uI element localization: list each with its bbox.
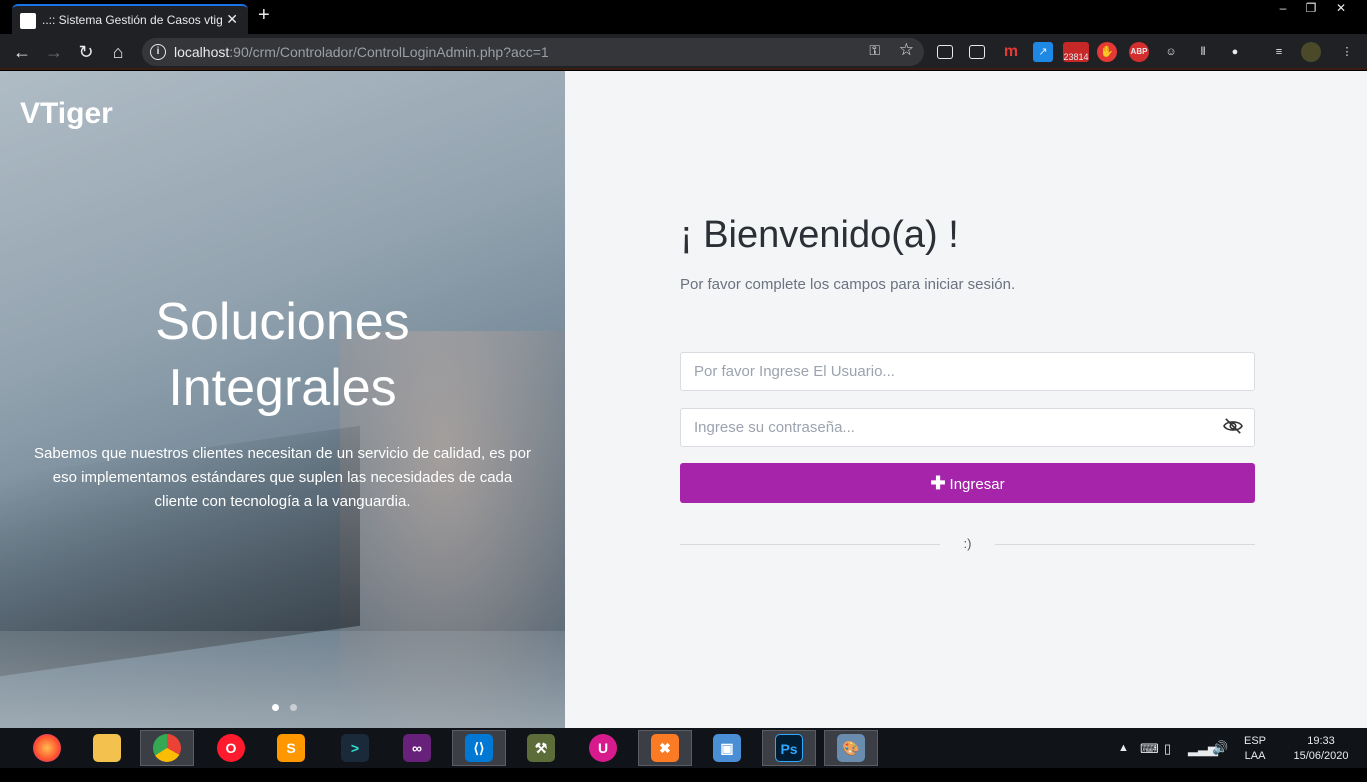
taskbar-paint[interactable]: 🎨 (824, 730, 878, 766)
restore-window-button[interactable]: ❐ (1298, 0, 1324, 18)
terminal-icon: > (341, 734, 369, 762)
fullscreen-icon[interactable] (969, 45, 985, 59)
menu-icon[interactable]: ⋮ (1337, 42, 1357, 62)
taskbar-firefox[interactable] (20, 730, 74, 766)
address-bar[interactable]: i localhost:90/crm/Controlador/ControlLo… (142, 38, 924, 66)
login-subtitle: Por favor complete los campos para inici… (680, 276, 1016, 293)
taskbar-sublime[interactable]: S (264, 730, 318, 766)
url-host: localhost (174, 44, 230, 60)
taskbar-vscode[interactable]: ⟨⟩ (452, 730, 506, 766)
stop-hand-icon[interactable]: ✋ (1097, 42, 1117, 62)
browser-toolbar: ← → ↻ ⌂ i localhost:90/crm/Controlador/C… (0, 34, 1367, 70)
tray-expand-icon[interactable]: ▲ (1118, 742, 1129, 782)
toggle-password-visibility-icon[interactable] (1222, 417, 1244, 435)
login-button-label: Ingresar (949, 476, 1005, 493)
page: VTiger Soluciones Integrales Sabemos que… (0, 71, 1367, 728)
taskbar-terminal[interactable]: > (328, 730, 382, 766)
site-info-icon[interactable]: i (150, 44, 166, 60)
taskbar-chrome[interactable] (140, 730, 194, 766)
taskbar-xampp[interactable]: ✖ (638, 730, 692, 766)
volume-icon[interactable]: 🔊 (1212, 740, 1228, 780)
taskbar-visual-studio[interactable]: ∞ (390, 730, 444, 766)
network-icon[interactable]: ▯ (1164, 741, 1171, 781)
taskbar-virtualbox[interactable]: ▣ (700, 730, 754, 766)
username-input[interactable] (680, 352, 1255, 391)
url-text: localhost:90/crm/Controlador/ControlLogi… (174, 44, 549, 60)
password-input[interactable] (680, 408, 1255, 447)
clock-time: 19:33 (1307, 735, 1335, 747)
taskbar-file-explorer[interactable] (80, 730, 134, 766)
keyboard-layout: LAA (1244, 750, 1266, 762)
audio-extension-icon[interactable]: ⫴ (1193, 42, 1213, 62)
link-extension-icon[interactable]: ↗ (1033, 42, 1053, 62)
clock[interactable]: 19:33 15/06/2020 (1290, 734, 1352, 774)
home-button[interactable]: ⌂ (106, 40, 130, 64)
taskbar-photoshop[interactable]: Ps (762, 730, 816, 766)
taskbar-settings[interactable]: ⚒ (514, 730, 568, 766)
folder-icon (93, 734, 121, 762)
divider-left (680, 544, 940, 545)
opera-icon: O (217, 734, 245, 762)
url-path: :90/crm/Controlador/ControlLoginAdmin.ph… (229, 44, 549, 60)
login-panel: ¡ Bienvenido(a) ! Por favor complete los… (565, 71, 1367, 728)
divider-text: :) (963, 536, 972, 551)
carousel-dot-2[interactable] (290, 704, 297, 711)
adblock-icon[interactable]: ABP (1129, 42, 1149, 62)
browser-tab-bar: ..:: Sistema Gestión de Casos vtiger ✕ +… (0, 0, 1367, 34)
back-button[interactable]: ← (10, 40, 34, 64)
browser-tab[interactable]: ..:: Sistema Gestión de Casos vtiger ✕ (12, 4, 248, 34)
reload-button[interactable]: ↻ (74, 40, 98, 64)
login-button[interactable]: ✚ Ingresar (680, 463, 1255, 503)
xampp-icon: ✖ (651, 734, 679, 762)
site-favicon-icon (20, 13, 36, 29)
input-language[interactable]: ESP LAA (1244, 734, 1266, 774)
bookmark-star-icon[interactable]: ☆ (899, 40, 914, 60)
github-icon[interactable]: ● (1225, 42, 1245, 62)
forward-button[interactable]: → (42, 40, 66, 64)
minimize-window-button[interactable]: – (1270, 0, 1296, 18)
tools-icon: ⚒ (527, 734, 555, 762)
plus-icon: ✚ (930, 473, 946, 493)
hero-title-line2: Integrales (168, 359, 397, 417)
taskbar-opera[interactable]: O (204, 730, 258, 766)
chrome-icon (153, 734, 181, 762)
key-icon[interactable]: ⚿ (869, 42, 880, 59)
sublime-icon: S (277, 734, 305, 762)
hero-carousel: VTiger Soluciones Integrales Sabemos que… (0, 71, 565, 728)
avatar-extension-icon[interactable]: ☺ (1161, 42, 1181, 62)
firefox-icon (33, 734, 61, 762)
visual-studio-icon: ∞ (403, 734, 431, 762)
taskbar: O S > ∞ ⟨⟩ ⚒ U ✖ ▣ Ps 🎨 ▲ ⌨ ▯ ▂▃▅ 🔊 ESP … (0, 728, 1367, 768)
language-code: ESP (1244, 735, 1267, 747)
tab-title: ..:: Sistema Gestión de Casos vtiger (42, 13, 222, 27)
taskbar-plugin[interactable]: U (576, 730, 630, 766)
queue-icon[interactable]: ≡ (1269, 42, 1289, 62)
hero-title: Soluciones Integrales (0, 289, 565, 421)
carousel-dot-1[interactable] (272, 704, 279, 711)
brand-logo[interactable]: VTiger (20, 97, 113, 131)
paint-icon: 🎨 (837, 734, 865, 762)
divider-right (995, 544, 1255, 545)
welcome-heading: ¡ Bienvenido(a) ! (680, 214, 959, 256)
hero-description: Sabemos que nuestros clientes necesitan … (34, 445, 531, 510)
mail-badge-icon[interactable]: 23814 (1063, 42, 1089, 62)
tab-close-icon[interactable]: ✕ (226, 11, 238, 28)
m-extension-icon[interactable]: m (1001, 42, 1021, 62)
plugin-icon: U (589, 734, 617, 762)
keyboard-icon[interactable]: ⌨ (1140, 741, 1159, 781)
vscode-icon: ⟨⟩ (465, 734, 493, 762)
profile-avatar-icon[interactable] (1301, 42, 1321, 62)
close-window-button[interactable]: ✕ (1328, 0, 1354, 18)
new-tab-button[interactable]: + (258, 4, 270, 27)
screen-capture-icon[interactable] (937, 45, 953, 59)
photoshop-icon: Ps (775, 734, 803, 762)
virtualbox-icon: ▣ (713, 734, 741, 762)
clock-date: 15/06/2020 (1293, 750, 1349, 762)
hero-title-line1: Soluciones (155, 293, 410, 351)
